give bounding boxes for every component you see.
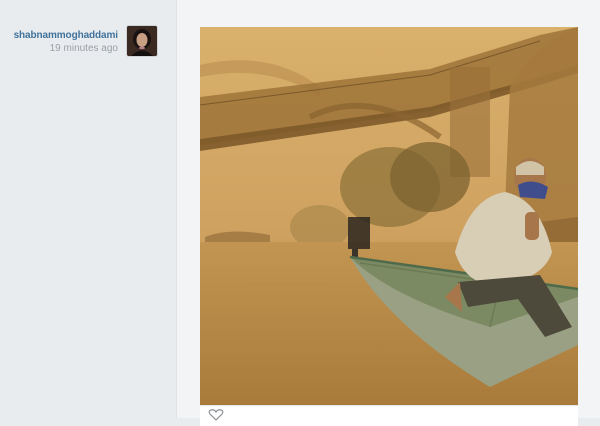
post-author: shabnammoghaddami 19 minutes ago <box>14 30 119 54</box>
avatar-image <box>127 26 157 56</box>
post-timestamp[interactable]: 19 minutes ago <box>14 43 118 54</box>
avatar[interactable] <box>127 26 157 56</box>
post-meta-sidebar: shabnammoghaddami 19 minutes ago <box>0 0 177 418</box>
post-photo[interactable] <box>200 27 578 405</box>
post-panel <box>177 0 600 426</box>
post-action-bar <box>200 405 578 426</box>
dust-storm-boat-photo <box>200 27 578 405</box>
username-link[interactable]: shabnammoghaddami <box>14 30 119 41</box>
heart-icon[interactable] <box>208 408 224 421</box>
